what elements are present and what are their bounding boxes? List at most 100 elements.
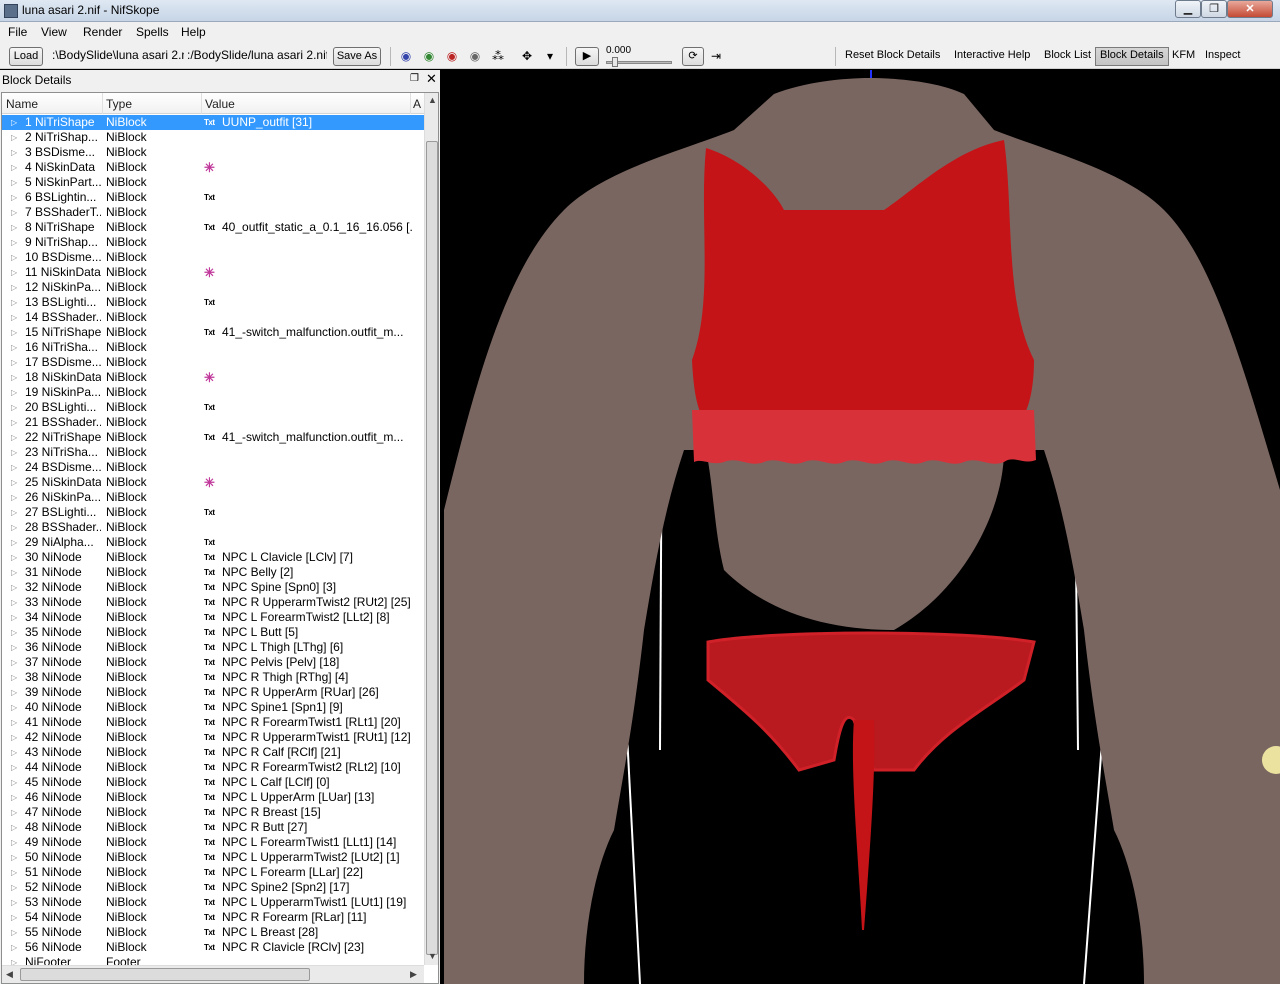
tree-row[interactable]: ▷ 44 NiNode NiBlock Txt NPC R ForearmTwist2 …: [2, 760, 424, 775]
maximize-button[interactable]: ❐: [1201, 0, 1227, 18]
eye-red-icon[interactable]: ◉: [444, 49, 460, 63]
expand-arrow-icon[interactable]: ▷: [11, 625, 17, 640]
expand-arrow-icon[interactable]: ▷: [11, 835, 17, 850]
expand-arrow-icon[interactable]: ▷: [11, 115, 17, 130]
tree-row[interactable]: ▷ 55 NiNode NiBlock Txt NPC L Breast [28]: [2, 925, 424, 940]
column-divider[interactable]: [410, 93, 411, 114]
footprints-icon[interactable]: ⁂: [490, 49, 506, 63]
tree-row[interactable]: ▷ 21 BSShader... NiBlock: [2, 415, 424, 430]
tree-row[interactable]: ▷ 11 NiSkinData NiBlock ✳: [2, 265, 424, 280]
expand-arrow-icon[interactable]: ▷: [11, 430, 17, 445]
block-list-link[interactable]: Block List: [1044, 49, 1091, 61]
tree-row[interactable]: ▷ 1 NiTriShape NiBlock Txt UUNP_outfit [31]: [2, 115, 424, 130]
time-slider-handle[interactable]: [612, 57, 618, 67]
expand-arrow-icon[interactable]: ▷: [11, 145, 17, 160]
column-header-value[interactable]: Value: [205, 97, 235, 111]
play-button[interactable]: ▶: [575, 47, 599, 66]
expand-arrow-icon[interactable]: ▷: [11, 775, 17, 790]
block-details-link[interactable]: Block Details: [1095, 47, 1169, 66]
scroll-down-icon[interactable]: ▼: [428, 951, 437, 961]
expand-arrow-icon[interactable]: ▷: [11, 805, 17, 820]
expand-arrow-icon[interactable]: ▷: [11, 925, 17, 940]
save-as-button[interactable]: Save As: [333, 47, 381, 66]
expand-arrow-icon[interactable]: ▷: [11, 685, 17, 700]
tree-row[interactable]: ▷ 35 NiNode NiBlock Txt NPC L Butt [5]: [2, 625, 424, 640]
tree-row[interactable]: ▷ 31 NiNode NiBlock Txt NPC Belly [2]: [2, 565, 424, 580]
column-divider[interactable]: [102, 93, 103, 114]
horizontal-scrollbar[interactable]: ◀ ▶: [2, 965, 424, 983]
expand-arrow-icon[interactable]: ▷: [11, 340, 17, 355]
tree-row[interactable]: ▷ 8 NiTriShape NiBlock Txt 40_outfit_static_…: [2, 220, 424, 235]
tree-row[interactable]: ▷ 29 NiAlpha... NiBlock Txt: [2, 535, 424, 550]
tree-row[interactable]: ▷ 56 NiNode NiBlock Txt NPC R Clavicle [RClv…: [2, 940, 424, 955]
menu-view[interactable]: View: [41, 25, 67, 39]
expand-arrow-icon[interactable]: ▷: [11, 280, 17, 295]
loop-button[interactable]: ⟳: [682, 47, 704, 66]
eye-blue-icon[interactable]: ◉: [398, 49, 414, 63]
expand-arrow-icon[interactable]: ▷: [11, 475, 17, 490]
scroll-right-icon[interactable]: ▶: [410, 969, 417, 980]
expand-arrow-icon[interactable]: ▷: [11, 730, 17, 745]
tree-row[interactable]: ▷ 54 NiNode NiBlock Txt NPC R Forearm [RLar]…: [2, 910, 424, 925]
expand-arrow-icon[interactable]: ▷: [11, 415, 17, 430]
scroll-up-icon[interactable]: ▲: [428, 95, 437, 105]
tree-row[interactable]: ▷ 16 NiTriSha... NiBlock: [2, 340, 424, 355]
expand-arrow-icon[interactable]: ▷: [11, 880, 17, 895]
switch-icon[interactable]: ⇥: [708, 49, 724, 63]
expand-arrow-icon[interactable]: ▷: [11, 745, 17, 760]
tree-row[interactable]: ▷ 4 NiSkinData NiBlock ✳: [2, 160, 424, 175]
tree-row[interactable]: ▷ 30 NiNode NiBlock Txt NPC L Clavicle [LClv…: [2, 550, 424, 565]
tree-row[interactable]: ▷ 47 NiNode NiBlock Txt NPC R Breast [15]: [2, 805, 424, 820]
expand-arrow-icon[interactable]: ▷: [11, 295, 17, 310]
expand-arrow-icon[interactable]: ▷: [11, 265, 17, 280]
tree-row[interactable]: ▷ 36 NiNode NiBlock Txt NPC L Thigh [LThg] […: [2, 640, 424, 655]
eye-green-icon[interactable]: ◉: [421, 49, 437, 63]
load-button[interactable]: Load: [9, 47, 43, 66]
column-header-type[interactable]: Type: [106, 97, 132, 111]
expand-arrow-icon[interactable]: ▷: [11, 520, 17, 535]
tree-row[interactable]: ▷ 19 NiSkinPa... NiBlock: [2, 385, 424, 400]
expand-arrow-icon[interactable]: ▷: [11, 385, 17, 400]
minimize-button[interactable]: ▁: [1175, 0, 1201, 18]
expand-arrow-icon[interactable]: ▷: [11, 325, 17, 340]
expand-arrow-icon[interactable]: ▷: [11, 580, 17, 595]
tree-row[interactable]: ▷ 22 NiTriShape NiBlock Txt 41_-switch_malfu…: [2, 430, 424, 445]
tree-row[interactable]: ▷ 13 BSLighti... NiBlock Txt: [2, 295, 424, 310]
eye-gray-icon[interactable]: ◉: [467, 49, 483, 63]
expand-arrow-icon[interactable]: ▷: [11, 400, 17, 415]
tree-row[interactable]: ▷ 12 NiSkinPa... NiBlock: [2, 280, 424, 295]
expand-arrow-icon[interactable]: ▷: [11, 190, 17, 205]
kfm-link[interactable]: KFM: [1172, 49, 1195, 61]
expand-arrow-icon[interactable]: ▷: [11, 850, 17, 865]
save-path-field[interactable]: :/BodySlide/luna asari 2.nif: [187, 48, 327, 62]
expand-arrow-icon[interactable]: ▷: [11, 505, 17, 520]
menu-file[interactable]: File: [8, 25, 27, 39]
tree-row[interactable]: ▷ 28 BSShader... NiBlock: [2, 520, 424, 535]
tree-row[interactable]: ▷ 37 NiNode NiBlock Txt NPC Pelvis [Pelv] [1…: [2, 655, 424, 670]
tree-row[interactable]: ▷ 10 BSDisme... NiBlock: [2, 250, 424, 265]
tree-row[interactable]: ▷ 48 NiNode NiBlock Txt NPC R Butt [27]: [2, 820, 424, 835]
tree-row[interactable]: ▷ 45 NiNode NiBlock Txt NPC L Calf [LClf] [0…: [2, 775, 424, 790]
tree-row[interactable]: ▷ 49 NiNode NiBlock Txt NPC L ForearmTwist1 …: [2, 835, 424, 850]
move-icon[interactable]: ✥: [519, 49, 535, 63]
tree-row[interactable]: ▷ 9 NiTriShap... NiBlock: [2, 235, 424, 250]
close-window-button[interactable]: ✕: [1227, 0, 1273, 18]
expand-arrow-icon[interactable]: ▷: [11, 550, 17, 565]
expand-arrow-icon[interactable]: ▷: [11, 220, 17, 235]
scroll-left-icon[interactable]: ◀: [6, 969, 13, 980]
menu-spells[interactable]: Spells: [136, 25, 169, 39]
tree-row[interactable]: ▷ 32 NiNode NiBlock Txt NPC Spine [Spn0] [3]: [2, 580, 424, 595]
view-dropdown-icon[interactable]: ▾: [542, 49, 558, 63]
expand-arrow-icon[interactable]: ▷: [11, 700, 17, 715]
expand-arrow-icon[interactable]: ▷: [11, 565, 17, 580]
tree-row[interactable]: ▷ 43 NiNode NiBlock Txt NPC R Calf [RClf] [2…: [2, 745, 424, 760]
column-header-a[interactable]: A: [413, 97, 421, 111]
expand-arrow-icon[interactable]: ▷: [11, 355, 17, 370]
expand-arrow-icon[interactable]: ▷: [11, 820, 17, 835]
tree-row[interactable]: ▷ 5 NiSkinPart... NiBlock: [2, 175, 424, 190]
menu-help[interactable]: Help: [181, 25, 206, 39]
expand-arrow-icon[interactable]: ▷: [11, 160, 17, 175]
tree-row[interactable]: ▷ 18 NiSkinData NiBlock ✳: [2, 370, 424, 385]
expand-arrow-icon[interactable]: ▷: [11, 445, 17, 460]
render-viewport[interactable]: [444, 70, 1280, 984]
